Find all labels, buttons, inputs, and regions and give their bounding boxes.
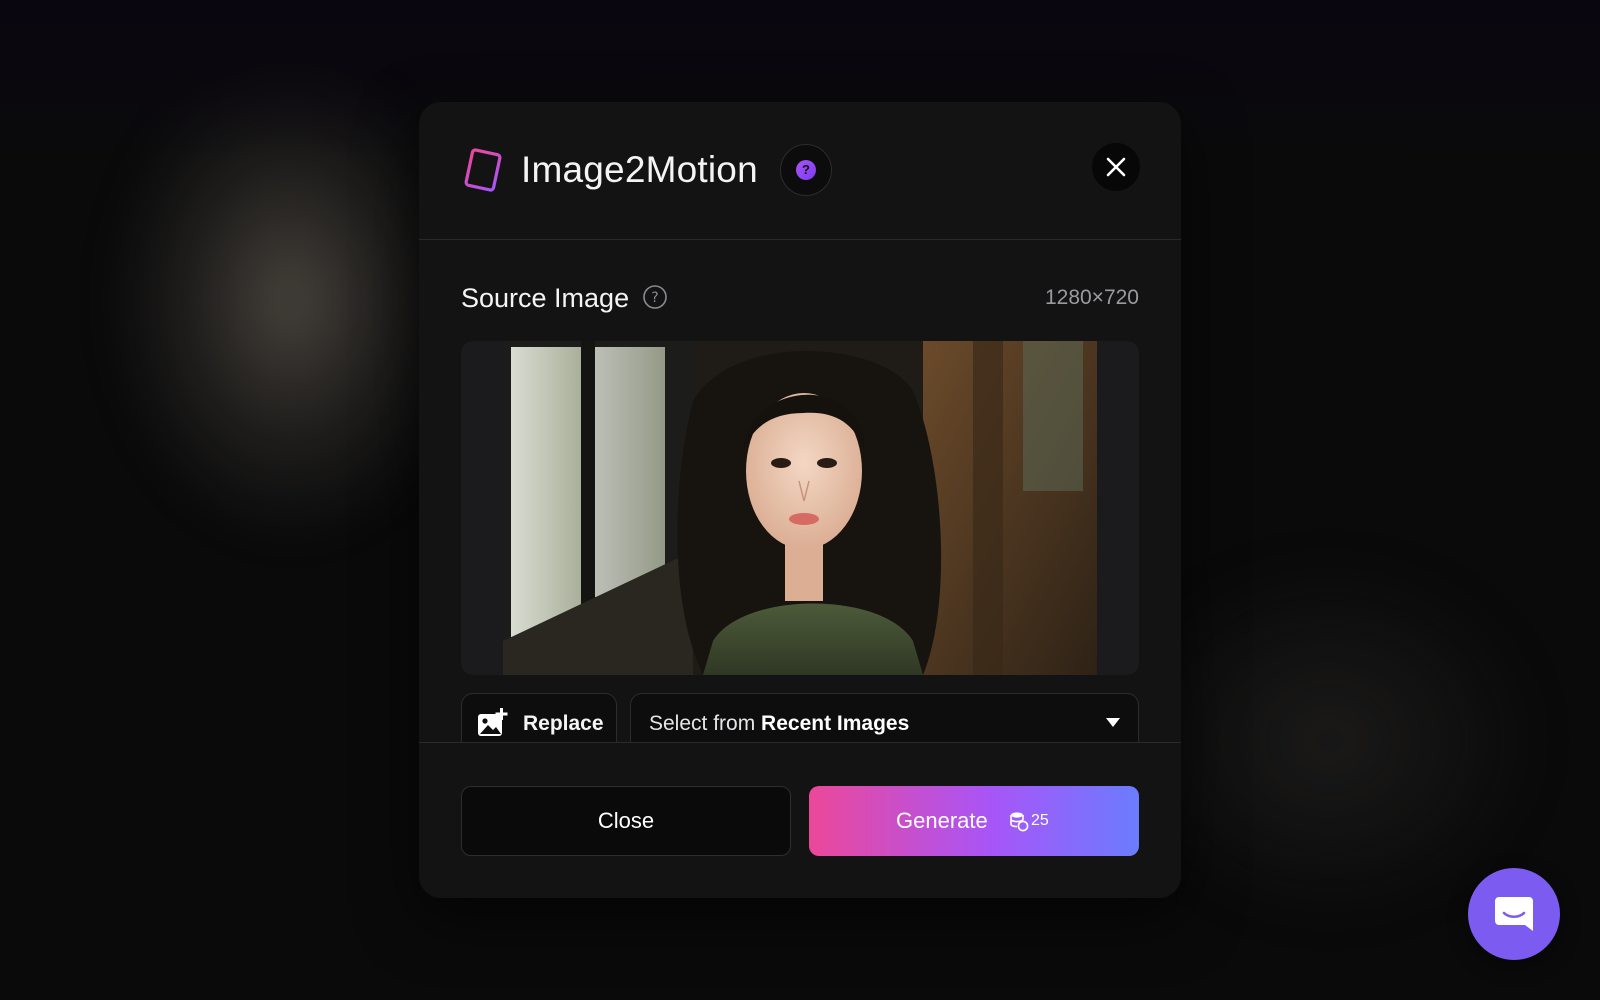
caret-down-icon	[1106, 718, 1120, 727]
recent-images-select-label: Select from Recent Images	[649, 710, 909, 738]
dialog-close-button[interactable]	[1092, 143, 1140, 191]
close-icon	[1106, 157, 1126, 177]
coins-icon	[1010, 812, 1029, 832]
film-strip-icon	[464, 148, 502, 192]
image-dimensions: 1280×720	[1044, 286, 1139, 309]
dialog-title: Image2Motion	[521, 149, 758, 190]
help-icon: ?	[796, 160, 816, 180]
portrait-photo	[503, 341, 1097, 675]
select-prefix: Select from	[649, 712, 762, 735]
info-icon[interactable]: ?	[642, 284, 668, 310]
svg-text:?: ?	[651, 290, 658, 306]
chat-icon	[1495, 897, 1533, 931]
dialog-header: Image2Motion ?	[419, 102, 1181, 240]
image-add-icon	[478, 708, 508, 736]
generate-cost: 25	[1031, 812, 1049, 829]
chat-launcher-button[interactable]	[1468, 868, 1560, 960]
dialog-footer: Close Generate 25	[419, 742, 1181, 898]
image2motion-dialog: Image2Motion ? Source Image ? 1280×720 R…	[419, 102, 1181, 898]
generate-label: Generate	[896, 808, 988, 833]
backdrop-blur-shadow	[1120, 560, 1540, 920]
close-button[interactable]: Close	[461, 786, 791, 856]
generate-button[interactable]: Generate 25	[809, 786, 1139, 856]
help-button[interactable]: ?	[780, 144, 832, 196]
replace-label: Replace	[523, 712, 604, 735]
select-emphasis: Recent Images	[761, 712, 910, 735]
source-image-title: Source Image	[461, 283, 630, 313]
source-image-preview[interactable]	[461, 341, 1139, 675]
